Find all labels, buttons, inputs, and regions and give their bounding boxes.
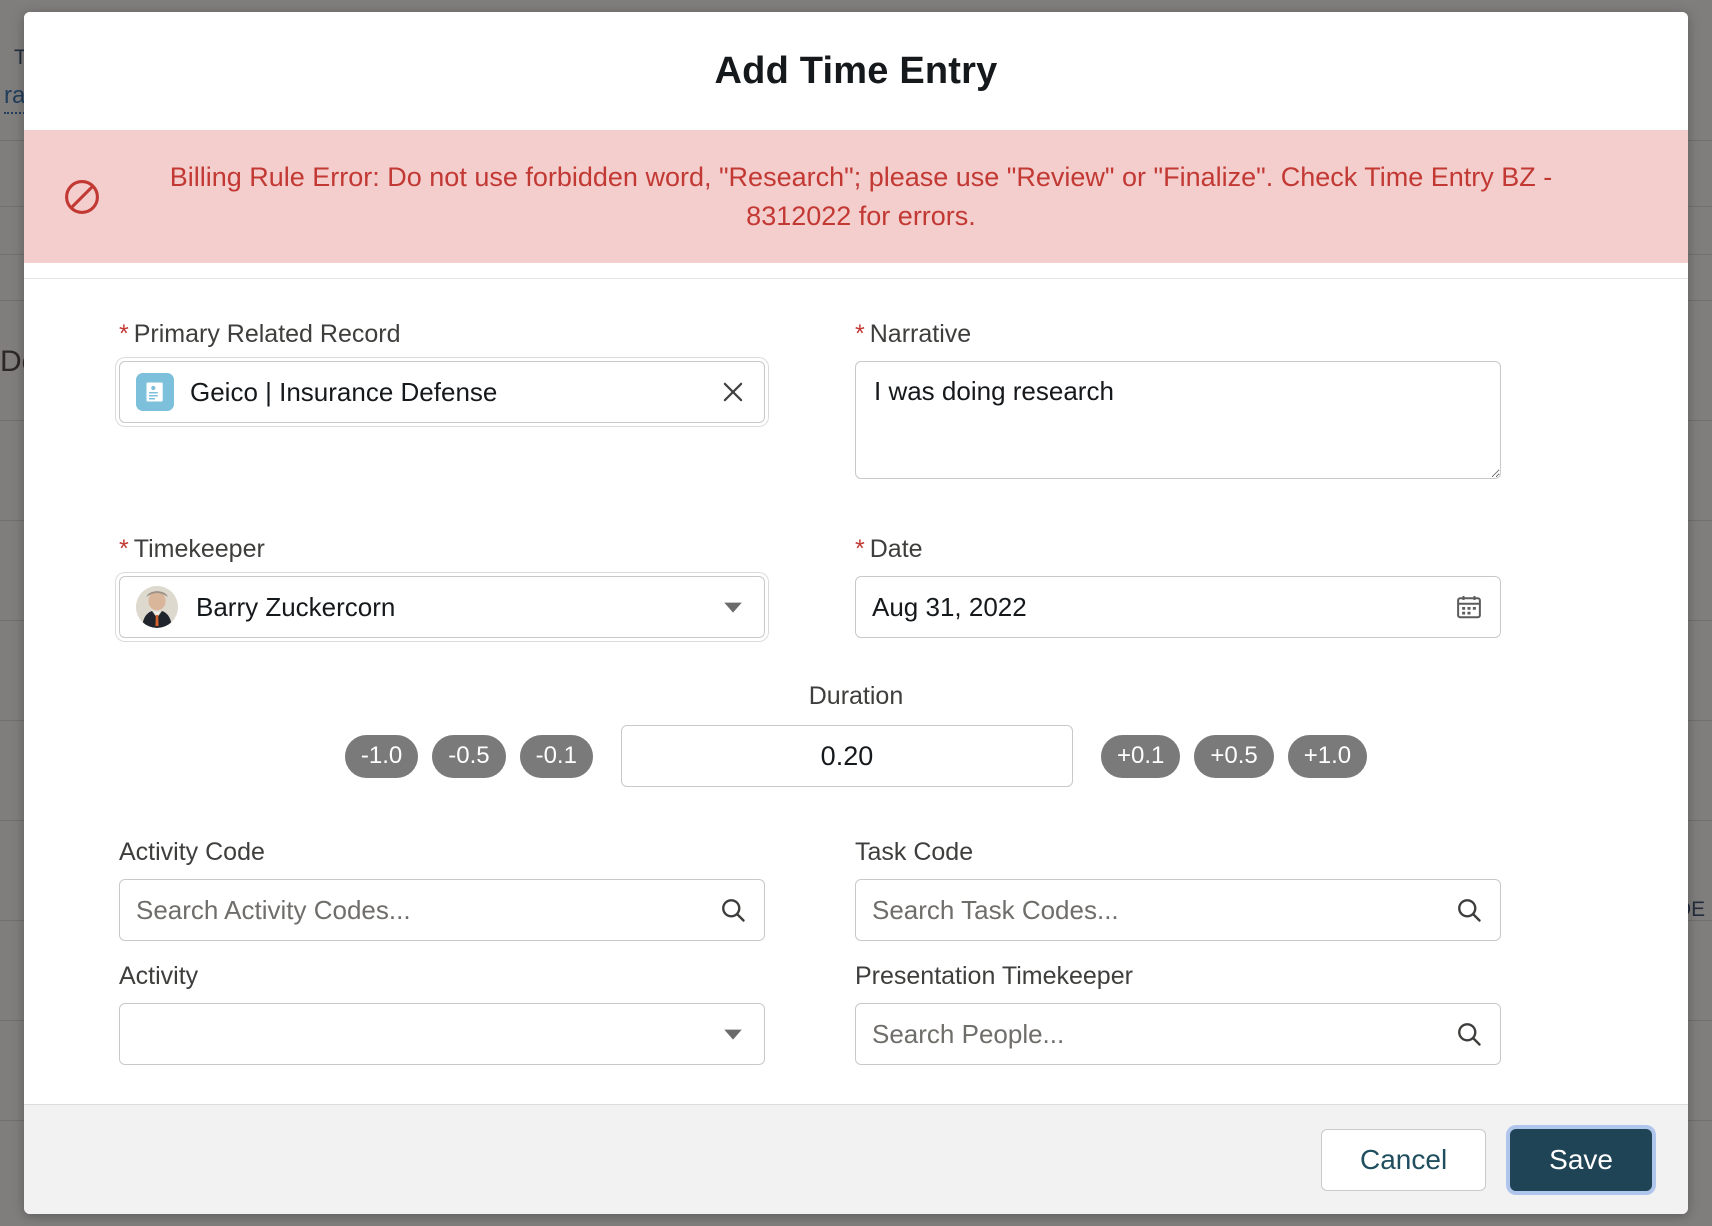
duration-section: Duration -1.0 -0.5 -0.1 +0.1 +0.5 +1.0: [119, 682, 1593, 787]
field-date: *Date Aug 31, 2022: [855, 534, 1501, 638]
label-text: Primary Related Record: [134, 320, 401, 348]
avatar: [136, 586, 178, 628]
form-column-right: *Narrative: [855, 319, 1501, 484]
label-text: Narrative: [870, 320, 971, 348]
task-code-placeholder: Search Task Codes...: [872, 895, 1454, 926]
required-asterisk: *: [119, 535, 129, 563]
presentation-timekeeper-label: Presentation Timekeeper: [855, 961, 1501, 991]
cancel-button[interactable]: Cancel: [1321, 1129, 1486, 1191]
required-asterisk: *: [855, 320, 865, 348]
search-icon[interactable]: [1454, 895, 1484, 925]
save-button[interactable]: Save: [1510, 1129, 1652, 1191]
primary-related-record-label: *Primary Related Record: [119, 319, 765, 349]
field-narrative: *Narrative: [855, 319, 1501, 484]
calendar-icon[interactable]: [1454, 592, 1484, 622]
date-input[interactable]: Aug 31, 2022: [855, 576, 1501, 638]
form-row-2: *Timekeeper: [119, 534, 1593, 638]
field-primary-related-record: *Primary Related Record: [119, 319, 765, 423]
spacer: [119, 484, 1593, 534]
error-message: Billing Rule Error: Do not use forbidden…: [118, 158, 1644, 235]
form-row-1: *Primary Related Record: [119, 319, 1593, 484]
duration-label: Duration: [119, 682, 1593, 711]
primary-related-record-input[interactable]: Geico | Insurance Defense: [119, 361, 765, 423]
form-column-left: Activity: [119, 961, 765, 1065]
activity-code-input[interactable]: Search Activity Codes...: [119, 879, 765, 941]
record-card-icon: [136, 373, 174, 411]
error-banner: Billing Rule Error: Do not use forbidden…: [24, 130, 1688, 263]
field-activity: Activity: [119, 961, 765, 1065]
timekeeper-label: *Timekeeper: [119, 534, 765, 564]
timekeeper-select[interactable]: Barry Zuckercorn: [119, 576, 765, 638]
banner-divider: [24, 263, 1688, 279]
field-timekeeper: *Timekeeper: [119, 534, 765, 638]
required-asterisk: *: [855, 535, 865, 563]
modal-body: *Primary Related Record: [24, 279, 1688, 1104]
duration-plus-1-button[interactable]: +1.0: [1288, 735, 1367, 778]
chevron-down-icon[interactable]: [718, 592, 748, 622]
field-task-code: Task Code Search Task Codes...: [855, 837, 1501, 941]
timekeeper-value: Barry Zuckercorn: [196, 592, 718, 623]
form-column-right: Task Code Search Task Codes...: [855, 837, 1501, 941]
form-column-left: Activity Code Search Activity Codes...: [119, 837, 765, 941]
modal-footer: Cancel Save: [24, 1104, 1688, 1214]
narrative-input[interactable]: [855, 361, 1501, 479]
date-value: Aug 31, 2022: [872, 592, 1454, 623]
form-row-4: Activity Presentation Timekeeper Search …: [119, 961, 1593, 1065]
label-text: Timekeeper: [134, 535, 265, 563]
duration-plus-0-1-button[interactable]: +0.1: [1101, 735, 1180, 778]
search-icon[interactable]: [718, 895, 748, 925]
modal-header: Add Time Entry: [24, 12, 1688, 130]
narrative-label: *Narrative: [855, 319, 1501, 349]
chevron-down-icon[interactable]: [718, 1019, 748, 1049]
search-icon[interactable]: [1454, 1019, 1484, 1049]
form-column-right: Presentation Timekeeper Search People...: [855, 961, 1501, 1065]
label-text: Date: [870, 535, 923, 563]
activity-code-label: Activity Code: [119, 837, 765, 867]
duration-input[interactable]: [621, 725, 1073, 787]
duration-minus-1-button[interactable]: -1.0: [345, 735, 418, 778]
presentation-timekeeper-input[interactable]: Search People...: [855, 1003, 1501, 1065]
task-code-label: Task Code: [855, 837, 1501, 867]
close-icon[interactable]: [718, 377, 748, 407]
activity-label: Activity: [119, 961, 765, 991]
form-column-left: *Timekeeper: [119, 534, 765, 638]
activity-select[interactable]: [119, 1003, 765, 1065]
form-column-left: *Primary Related Record: [119, 319, 765, 484]
date-label: *Date: [855, 534, 1501, 564]
primary-related-record-value: Geico | Insurance Defense: [190, 377, 718, 408]
spacer: [119, 941, 1593, 961]
presentation-timekeeper-placeholder: Search People...: [872, 1019, 1454, 1050]
page-title: Add Time Entry: [715, 50, 998, 93]
task-code-input[interactable]: Search Task Codes...: [855, 879, 1501, 941]
add-time-entry-modal: Add Time Entry Billing Rule Error: Do no…: [24, 12, 1688, 1214]
duration-controls: -1.0 -0.5 -0.1 +0.1 +0.5 +1.0: [119, 725, 1593, 787]
activity-code-placeholder: Search Activity Codes...: [136, 895, 718, 926]
duration-minus-0-5-button[interactable]: -0.5: [432, 735, 505, 778]
duration-minus-0-1-button[interactable]: -0.1: [520, 735, 593, 778]
required-asterisk: *: [119, 320, 129, 348]
field-presentation-timekeeper: Presentation Timekeeper Search People...: [855, 961, 1501, 1065]
spacer: [119, 787, 1593, 837]
prohibited-icon: [60, 175, 104, 219]
form-row-3: Activity Code Search Activity Codes...: [119, 837, 1593, 941]
duration-plus-0-5-button[interactable]: +0.5: [1194, 735, 1273, 778]
field-activity-code: Activity Code Search Activity Codes...: [119, 837, 765, 941]
form-column-right: *Date Aug 31, 2022: [855, 534, 1501, 638]
